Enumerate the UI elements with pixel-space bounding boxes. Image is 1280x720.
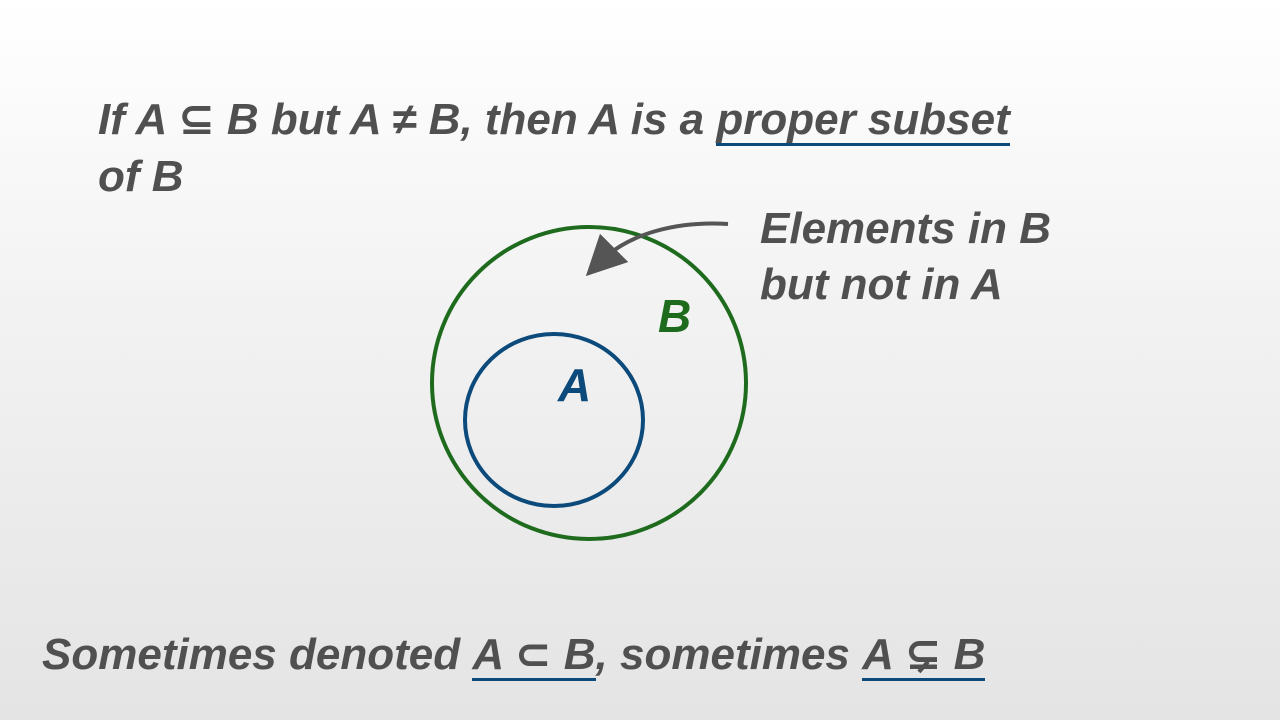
notation-subset-symbol: A ⊂ B [472,630,596,681]
set-a-circle [463,332,645,508]
notation-note: Sometimes denoted A ⊂ B, sometimes A ⊊ B [42,630,986,681]
callout-line-2: but not in A [760,260,1003,309]
callout-line-1: Elements in B [760,204,1051,253]
notation-middle: , sometimes [595,630,863,679]
venn-diagram: B A [430,221,748,541]
set-b-label: B [658,290,691,342]
notation-subsetneq-symbol: A ⊊ B [862,630,986,681]
set-a-label: A [557,359,591,411]
notation-prefix: Sometimes denoted [42,630,473,679]
